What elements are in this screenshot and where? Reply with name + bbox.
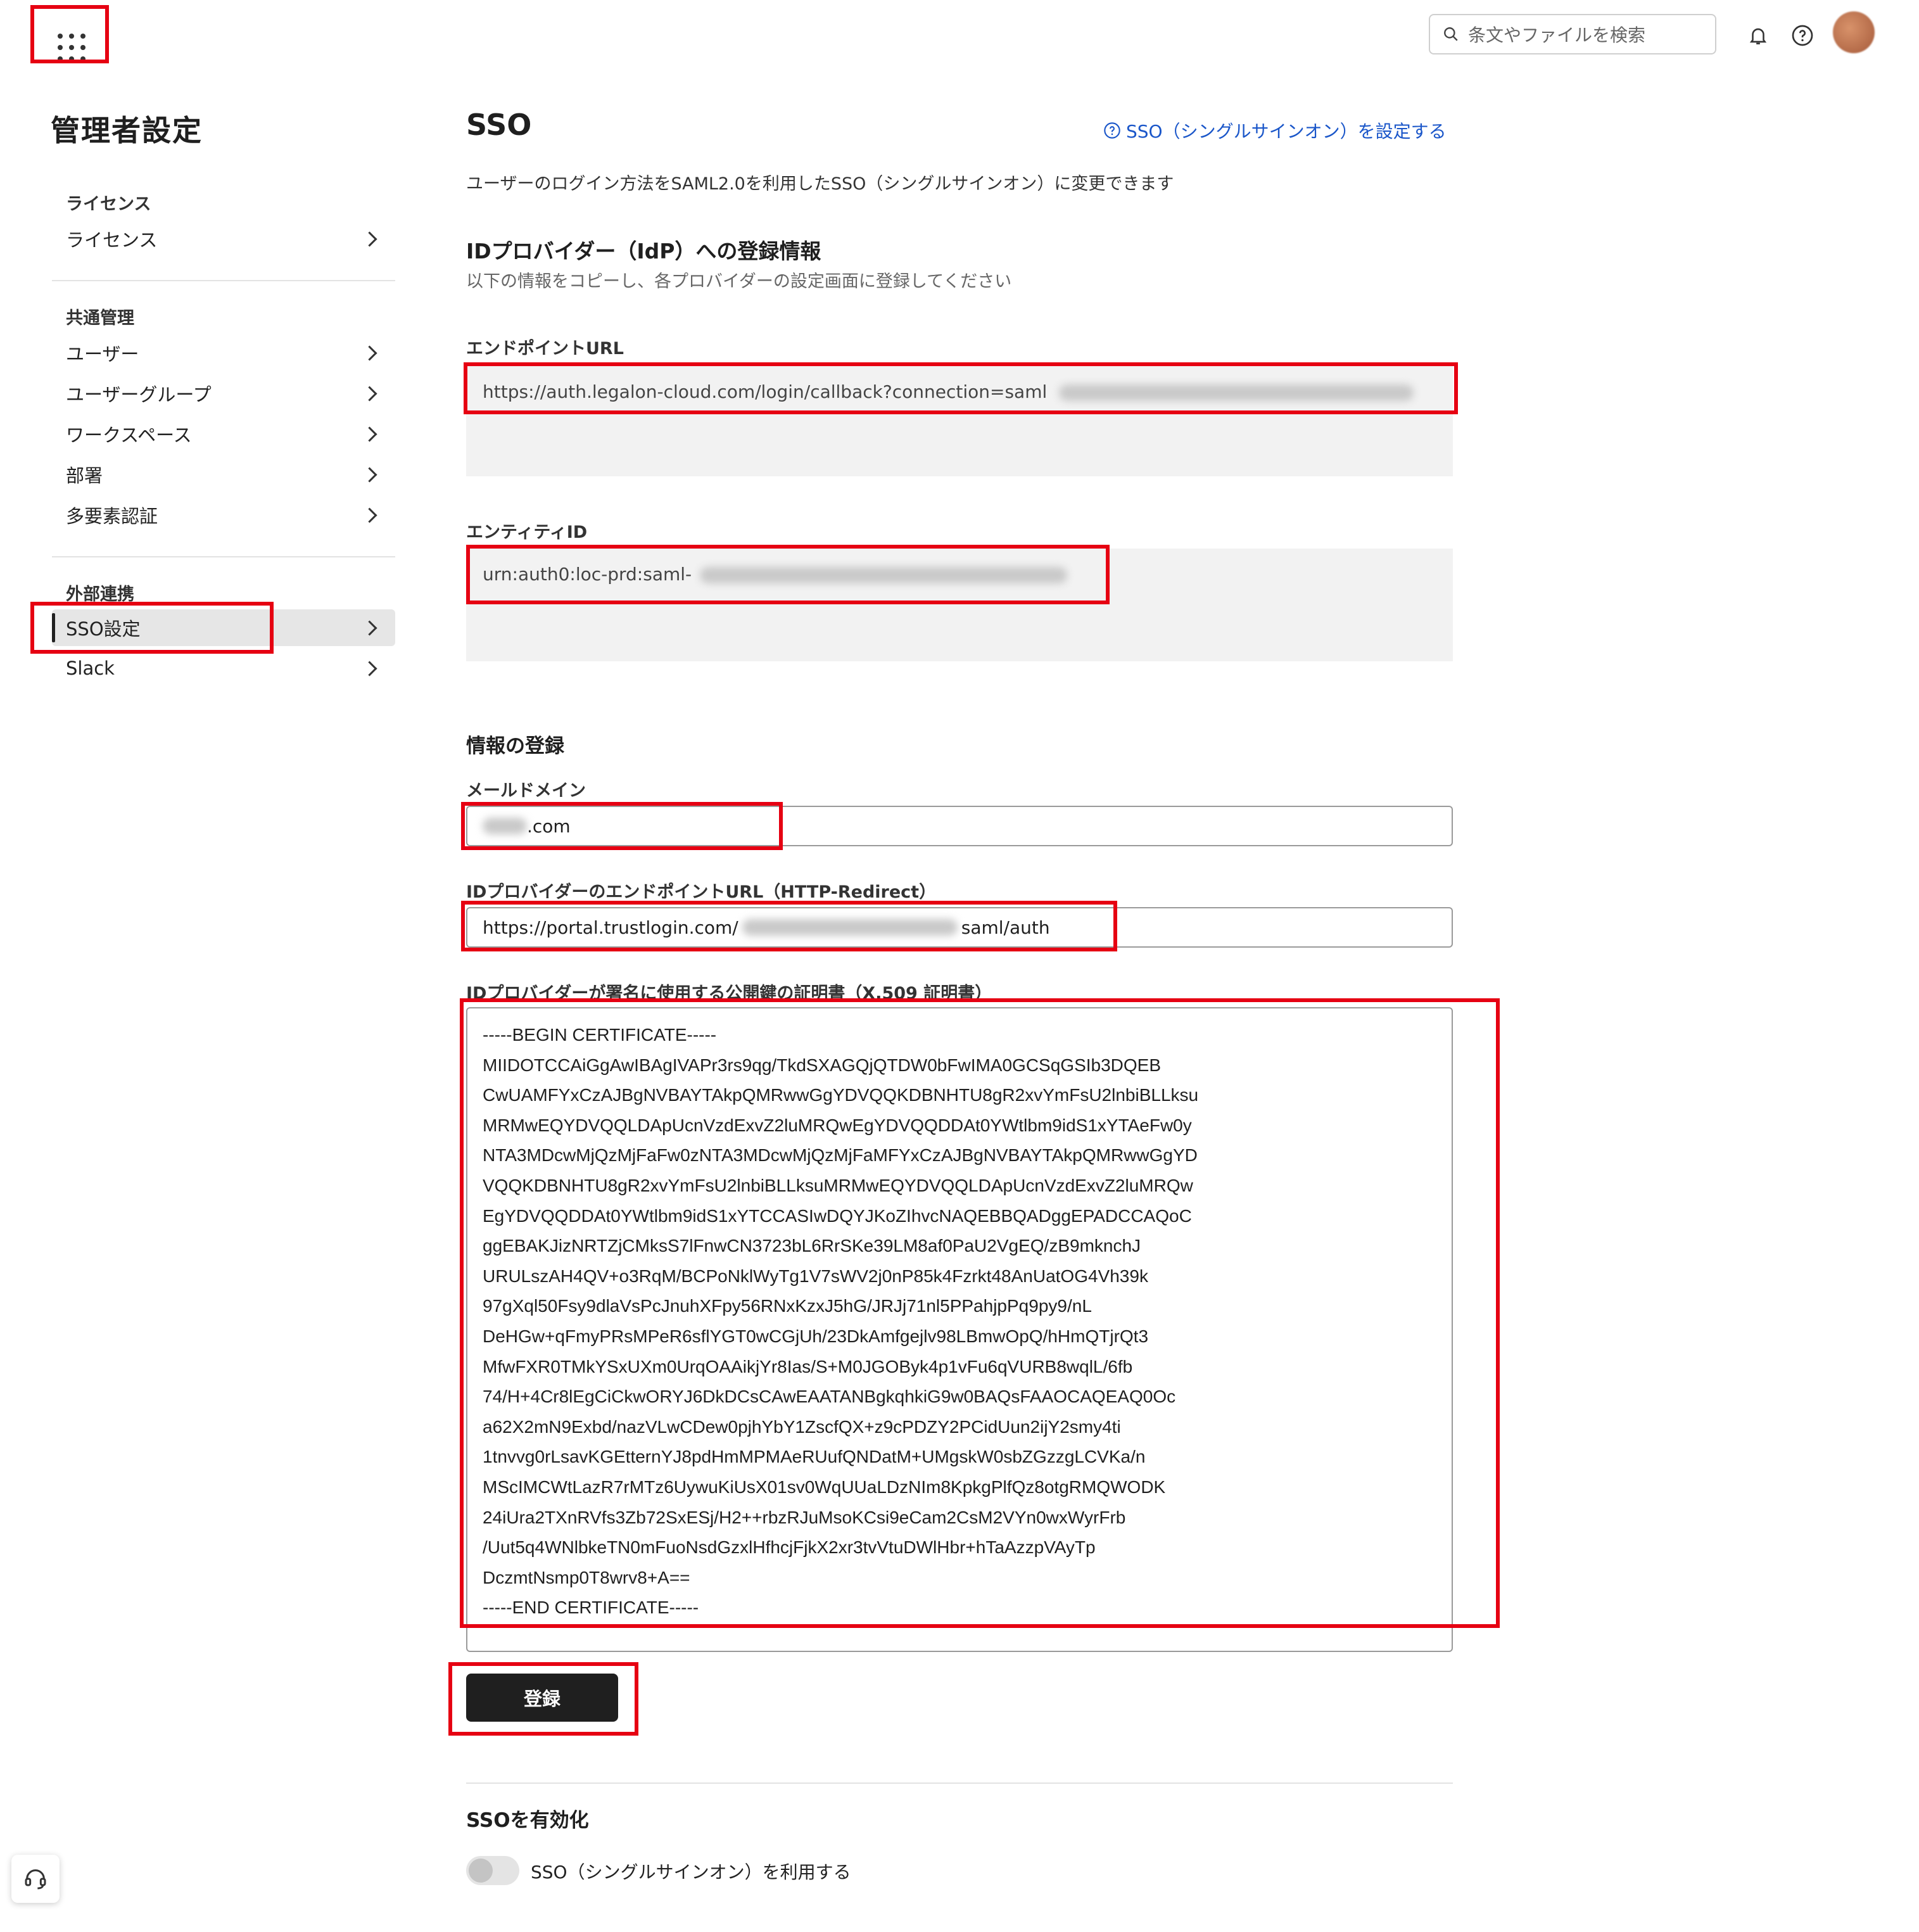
sidebar-item-label: Slack (66, 658, 115, 679)
chevron-right-icon (362, 345, 377, 361)
chevron-right-icon (362, 466, 377, 483)
sidebar-item-label: ワークスペース (66, 424, 192, 446)
chevron-right-icon (362, 507, 377, 523)
chevron-right-icon (362, 620, 377, 636)
sidebar-item-label: ライセンス (66, 229, 158, 251)
search-icon (1444, 27, 1458, 41)
sso-enable-toggle[interactable] (466, 1856, 519, 1885)
avatar[interactable] (1833, 11, 1875, 53)
highlight-box (461, 901, 1117, 951)
section-heading: SSOを有効化 (466, 1809, 589, 1832)
section-subheading: 以下の情報をコピーし、各プロバイダーの設定画面に登録してください (466, 272, 1012, 291)
divider (52, 556, 395, 557)
bell-icon[interactable] (1744, 22, 1772, 49)
page-description: ユーザーのログイン方法をSAML2.0を利用したSSO（シングルサインオン）に変… (466, 174, 1174, 194)
page-title: SSO (466, 108, 532, 142)
support-icon[interactable] (11, 1855, 60, 1903)
sidebar-item-license[interactable]: ライセンス (52, 220, 395, 257)
toggle-label: SSO（シングルサインオン）を利用する (531, 1862, 851, 1883)
chevron-right-icon (362, 426, 377, 442)
highlight-box (448, 1662, 638, 1736)
highlight-box (460, 998, 1500, 1628)
chevron-right-icon (362, 660, 377, 677)
sidebar-item-label: 部署 (66, 465, 103, 486)
highlight-box (30, 5, 109, 63)
highlight-box (30, 602, 274, 654)
field-label: エンドポイントURL (466, 339, 624, 359)
chevron-right-icon (362, 385, 377, 402)
sidebar-item-label: 多要素認証 (66, 505, 158, 527)
field-label: エンティティID (466, 523, 588, 542)
search-placeholder: 条文やファイルを検索 (1468, 25, 1646, 46)
sidebar-section-heading: ライセンス (66, 194, 151, 214)
sidebar-item-label: ユーザー (66, 343, 139, 365)
sidebar-item-label: ユーザーグループ (66, 384, 212, 405)
highlight-box (464, 362, 1458, 414)
help-icon[interactable] (1789, 22, 1816, 49)
sidebar-item-users[interactable]: ユーザー (52, 334, 395, 371)
sidebar-title: 管理者設定 (51, 113, 203, 148)
divider (466, 1783, 1453, 1784)
help-link-text: SSO（シングルサインオン）を設定する (1126, 121, 1447, 142)
highlight-box (466, 545, 1110, 604)
highlight-box (461, 802, 783, 850)
help-link[interactable]: SSO（シングルサインオン）を設定する (1103, 118, 1447, 143)
sidebar-item-workspaces[interactable]: ワークスペース (52, 416, 395, 452)
sidebar-section-heading: 共通管理 (66, 308, 134, 328)
divider (52, 280, 395, 281)
sidebar-item-slack[interactable]: Slack (52, 650, 395, 687)
section-heading: IDプロバイダー（IdP）への登録情報 (466, 239, 821, 264)
field-label: IDプロバイダーのエンドポイントURL（HTTP-Redirect） (466, 882, 937, 902)
field-label: メールドメイン (466, 781, 586, 801)
help-circle-icon (1104, 122, 1120, 139)
chevron-right-icon (362, 231, 377, 247)
sidebar-item-user-groups[interactable]: ユーザーグループ (52, 375, 395, 412)
sidebar-item-mfa[interactable]: 多要素認証 (52, 497, 395, 533)
section-heading: 情報の登録 (466, 735, 564, 758)
sidebar-item-departments[interactable]: 部署 (52, 456, 395, 493)
search-input[interactable]: 条文やファイルを検索 (1429, 14, 1716, 54)
